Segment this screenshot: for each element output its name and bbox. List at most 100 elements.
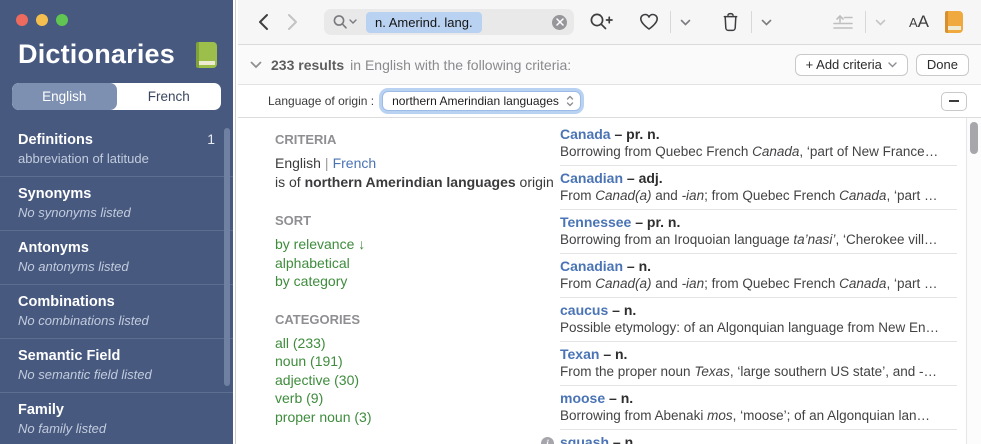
chevron-down-icon xyxy=(680,19,691,26)
favorites-button[interactable] xyxy=(628,11,671,33)
entry-part-of-speech: – n. xyxy=(612,302,637,318)
dictionary-book-button[interactable] xyxy=(945,8,963,36)
minimize-window-button[interactable] xyxy=(36,14,48,26)
entry-part-of-speech: – n. xyxy=(612,434,638,444)
chevron-down-icon xyxy=(875,19,886,26)
search-icon[interactable] xyxy=(332,14,358,30)
category-option[interactable]: all (233) xyxy=(275,334,560,353)
sidebar-item-count: 1 xyxy=(207,131,215,147)
chevron-right-icon xyxy=(288,14,297,30)
sidebar-item-subtitle: No family listed xyxy=(18,421,107,436)
toolbar: n. Amerind. lang. AA xyxy=(238,0,981,45)
app-title: Dictionaries xyxy=(18,39,175,69)
origin-criteria-text: is of northern Amerindian languages orig… xyxy=(275,174,554,190)
sort-section: SORT by relevance ↓ alphabetical by catego… xyxy=(275,213,560,291)
window-controls xyxy=(0,0,233,26)
result-entry[interactable]: Canada – pr. n. Borrowing from Quebec Fr… xyxy=(560,122,957,166)
dictionary-app-window: Dictionaries English French Definitions … xyxy=(0,0,981,444)
entry-word-link[interactable]: Canadian xyxy=(560,170,623,186)
entry-word-link[interactable]: caucus xyxy=(560,302,608,318)
sort-menu-button[interactable] xyxy=(866,19,895,26)
result-entry[interactable]: Texan – n. From the proper noun Texas, ‘… xyxy=(560,342,957,386)
entry-word-link[interactable]: moose xyxy=(560,390,605,406)
green-book-icon xyxy=(196,41,217,68)
clear-search-button[interactable] xyxy=(552,14,567,30)
content-area: CRITERIA English | French is of northern A… xyxy=(238,118,981,444)
close-window-button[interactable] xyxy=(16,14,28,26)
remove-criteria-button[interactable] xyxy=(941,91,967,111)
criteria-label: Language of origin : xyxy=(268,94,375,108)
close-icon xyxy=(555,18,564,26)
trash-menu-button[interactable] xyxy=(752,19,781,26)
result-entry[interactable]: caucus – n. Possible etymology: of an Al… xyxy=(560,298,957,342)
entry-part-of-speech: – n. xyxy=(603,346,628,362)
sidebar-item[interactable]: Semantic Field No semantic field listed xyxy=(0,339,233,393)
chevron-left-icon xyxy=(259,14,268,30)
sidebar-item-title: Family xyxy=(18,402,64,418)
sort-option[interactable]: by category xyxy=(275,272,560,291)
sort-section-header: SORT xyxy=(275,213,312,228)
category-option[interactable]: noun (191) xyxy=(275,352,560,371)
trash-split-button xyxy=(710,11,781,33)
entry-part-of-speech: – n. xyxy=(626,258,652,274)
entry-word-link[interactable]: Canadian xyxy=(560,258,623,274)
sort-option[interactable]: by relevance ↓ xyxy=(275,235,560,254)
entry-part-of-speech: – adj. xyxy=(626,170,663,186)
result-entry[interactable]: Canadian – adj. From Canad(a) and -ian; … xyxy=(560,166,957,210)
sidebar-item-subtitle: No semantic field listed xyxy=(18,367,152,382)
categories-section-header: CATEGORIES xyxy=(275,311,360,327)
back-button[interactable] xyxy=(250,8,278,36)
entry-word-link[interactable]: Canada xyxy=(560,126,611,142)
language-alternate-link[interactable]: French xyxy=(333,155,377,171)
sidebar-item-subtitle: No combinations listed xyxy=(18,313,149,328)
search-token[interactable]: n. Amerind. lang. xyxy=(366,11,482,33)
result-entry[interactable]: moose – n. Borrowing from Abenaki mos, ‘… xyxy=(560,386,957,430)
done-button[interactable]: Done xyxy=(915,53,969,76)
result-entry[interactable]: i squash – n. xyxy=(541,430,957,444)
sidebar-item[interactable]: Synonyms No synonyms listed xyxy=(0,177,233,231)
result-entry[interactable]: Tennessee – pr. n. Borrowing from an Iro… xyxy=(560,210,957,254)
sidebar-item-title: Semantic Field xyxy=(18,348,121,364)
language-segmented-control: English French xyxy=(12,83,221,110)
entry-word-link[interactable]: Texan xyxy=(560,346,599,362)
favorites-menu-button[interactable] xyxy=(671,19,700,26)
sidebar-section-list: Definitions 1 abbreviation of latitude S… xyxy=(0,122,233,444)
sidebar-item-title: Combinations xyxy=(18,294,115,310)
tab-english[interactable]: English xyxy=(12,83,117,110)
criteria-row: Language of origin : northern Amerindian… xyxy=(238,85,981,118)
result-entry[interactable]: Canadian – n. From Canad(a) and -ian; fr… xyxy=(560,254,957,298)
category-option[interactable]: proper noun (3) xyxy=(275,408,560,427)
entry-word-link[interactable]: squash xyxy=(560,434,609,444)
language-of-origin-select[interactable]: northern Amerindian languages xyxy=(382,91,581,111)
sort-order-button[interactable] xyxy=(821,11,866,33)
sidebar-item[interactable]: Family No family listed xyxy=(0,393,233,444)
results-count: 233 results xyxy=(271,56,345,73)
tab-french[interactable]: French xyxy=(117,83,222,110)
heart-icon xyxy=(640,13,658,30)
search-input[interactable]: n. Amerind. lang. xyxy=(324,9,574,35)
results-scrollbar-thumb[interactable] xyxy=(970,122,978,154)
entry-etymology: Borrowing from Abenaki mos, ‘moose’; of … xyxy=(560,408,930,423)
new-search-button[interactable] xyxy=(584,8,618,36)
favorites-split-button xyxy=(628,11,700,33)
language-current[interactable]: English xyxy=(275,155,321,171)
category-option[interactable]: verb (9) xyxy=(275,389,560,408)
results-scrollbar-track[interactable] xyxy=(966,118,981,444)
sidebar-item[interactable]: Definitions 1 abbreviation of latitude xyxy=(0,122,233,177)
entry-part-of-speech: – pr. n. xyxy=(635,214,681,230)
sidebar-item[interactable]: Antonyms No antonyms listed xyxy=(0,231,233,285)
sidebar-item-subtitle: No synonyms listed xyxy=(18,205,131,220)
sort-split-button xyxy=(821,11,895,33)
sort-option[interactable]: alphabetical xyxy=(275,254,560,273)
category-option[interactable]: adjective (30) xyxy=(275,371,560,390)
zoom-window-button[interactable] xyxy=(56,14,68,26)
font-size-button[interactable]: AA xyxy=(909,12,929,32)
forward-button[interactable] xyxy=(278,8,306,36)
trash-button[interactable] xyxy=(710,11,752,33)
results-disclosure-button[interactable] xyxy=(250,61,262,69)
sidebar-item[interactable]: Combinations No combinations listed xyxy=(0,285,233,339)
entry-word-link[interactable]: Tennessee xyxy=(560,214,631,230)
add-criteria-button[interactable]: + Add criteria xyxy=(794,53,908,76)
sidebar-scrollbar[interactable] xyxy=(224,128,230,386)
trash-icon xyxy=(723,12,738,32)
